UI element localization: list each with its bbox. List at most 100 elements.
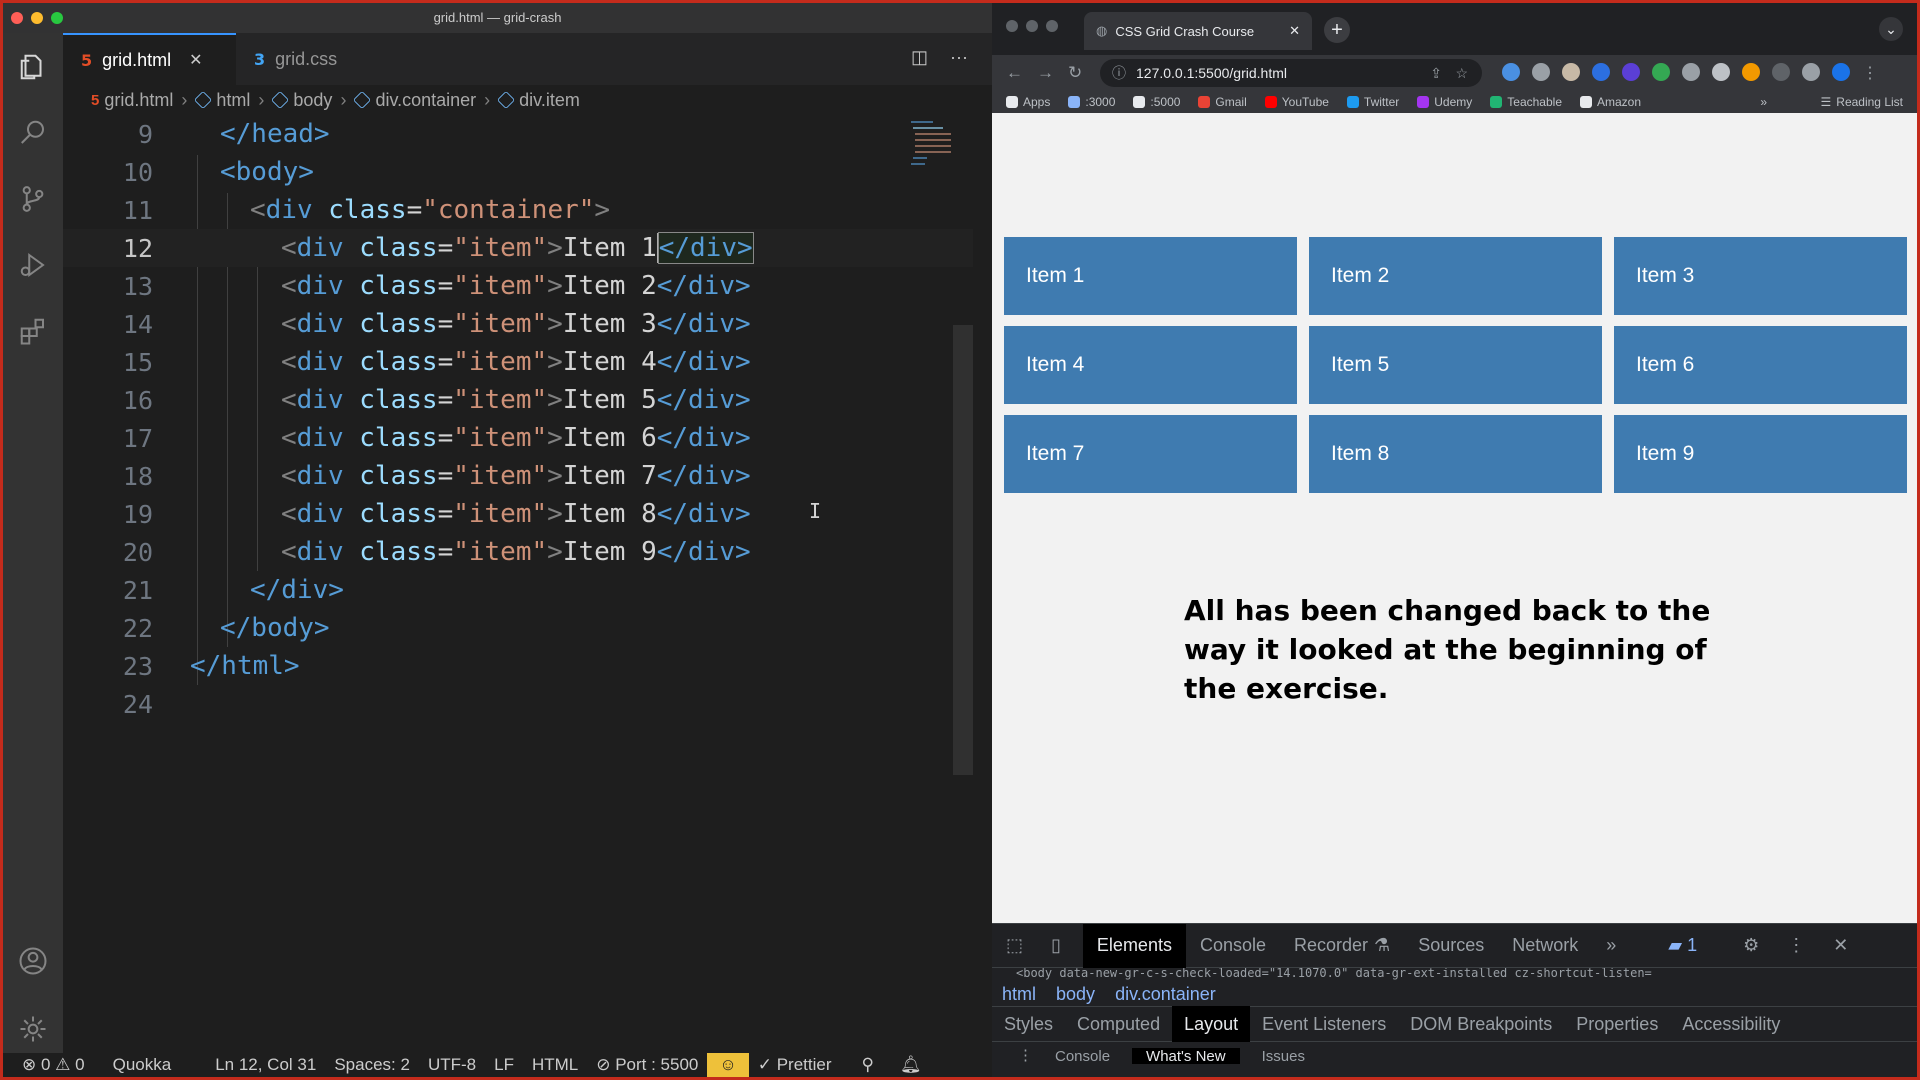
breadcrumb-item[interactable]: div.item xyxy=(497,90,580,111)
editor-scrollbar[interactable] xyxy=(953,325,973,775)
drawer-menu-icon[interactable]: ⋮ xyxy=(1018,1046,1033,1064)
bookmark-gmail[interactable]: Gmail xyxy=(1198,95,1247,109)
bookmark-teachable[interactable]: Teachable xyxy=(1490,95,1562,109)
breadcrumb-html[interactable]: html xyxy=(194,90,250,111)
cursor-position[interactable]: Ln 12, Col 31 xyxy=(206,1055,325,1075)
bookmark-youtube[interactable]: YouTube xyxy=(1264,95,1329,109)
kebab-menu-icon[interactable]: ⋮ xyxy=(1862,63,1878,83)
tab-network[interactable]: Network xyxy=(1498,924,1592,968)
extension-icon[interactable] xyxy=(1772,63,1790,81)
extension-icon[interactable] xyxy=(1532,63,1550,81)
code-line[interactable]: 16 <div class="item">Item 5</div> xyxy=(63,381,973,419)
code-line[interactable]: 24 xyxy=(63,685,973,723)
tab-console[interactable]: Console xyxy=(1186,924,1280,968)
extension-icon[interactable] xyxy=(1592,63,1610,81)
bookmark-5000[interactable]: :5000 xyxy=(1133,95,1180,109)
code-line-current[interactable]: 12 <div class="item">Item 1</div> xyxy=(63,229,973,267)
breadcrumb-file[interactable]: 5 grid.html xyxy=(91,90,173,111)
info-icon[interactable]: ⓘ xyxy=(1112,63,1126,83)
dom-tree-snippet[interactable]: <body data-new-gr-c-s-check-loaded="14.1… xyxy=(992,968,1917,982)
extensions-icon[interactable] xyxy=(17,315,49,347)
account-icon[interactable] xyxy=(17,945,49,977)
quokka-status[interactable]: Quokka xyxy=(104,1055,181,1075)
encoding-status[interactable]: UTF-8 xyxy=(419,1055,485,1075)
language-mode[interactable]: HTML xyxy=(523,1055,587,1075)
bookmark-3000[interactable]: :3000 xyxy=(1068,95,1115,109)
code-line[interactable]: 15 <div class="item">Item 4</div> xyxy=(63,343,973,381)
panel-layout[interactable]: Layout xyxy=(1172,1006,1251,1042)
drawer-tab-whats-new[interactable]: What's New xyxy=(1132,1048,1240,1064)
code-line[interactable]: 9 </head> xyxy=(63,115,973,153)
manage-gear-icon[interactable] xyxy=(17,1013,49,1045)
code-line[interactable]: 21 </div> xyxy=(63,571,973,609)
crumb-body[interactable]: body xyxy=(1056,984,1095,1005)
bookmark-amazon[interactable]: Amazon xyxy=(1580,95,1641,109)
extension-icon[interactable] xyxy=(1502,63,1520,81)
minimap[interactable] xyxy=(909,119,955,167)
more-actions-icon[interactable]: ··· xyxy=(950,47,968,68)
problems-status[interactable]: ⊗ 0 ⚠ 0 xyxy=(13,1055,94,1075)
notifications-bell-icon[interactable]: 🔔︎ xyxy=(891,1055,931,1075)
code-line[interactable]: 22 </body> xyxy=(63,609,973,647)
search-icon[interactable] xyxy=(17,117,49,149)
tab-elements[interactable]: Elements xyxy=(1082,923,1186,968)
breadcrumb-body[interactable]: body xyxy=(271,90,332,111)
live-share-icon[interactable]: ☺ xyxy=(707,1053,749,1077)
tab-grid-css[interactable]: 3 grid.css xyxy=(236,33,386,85)
maximize-window-button[interactable] xyxy=(1046,20,1058,32)
device-toolbar-icon[interactable]: ▯ xyxy=(1037,924,1075,968)
feedback-icon[interactable]: ⚲ xyxy=(853,1055,883,1075)
breadcrumb-container[interactable]: div.container xyxy=(353,90,476,111)
code-line[interactable]: 18 <div class="item">Item 7</div> xyxy=(63,457,973,495)
close-tab-icon[interactable]: ✕ xyxy=(1289,23,1300,39)
close-devtools-icon[interactable]: ✕ xyxy=(1819,924,1862,968)
settings-gear-icon[interactable]: ⚙ xyxy=(1729,924,1773,968)
puzzle-icon[interactable] xyxy=(1802,63,1820,81)
eol-status[interactable]: LF xyxy=(485,1055,523,1075)
code-line[interactable]: 17 <div class="item">Item 6</div> xyxy=(63,419,973,457)
crumb-html[interactable]: html xyxy=(1002,984,1036,1005)
code-line[interactable]: 10 <body> xyxy=(63,153,973,191)
extension-icon[interactable] xyxy=(1682,63,1700,81)
forward-icon[interactable]: → xyxy=(1037,63,1054,83)
code-line[interactable]: 11 <div class="container"> xyxy=(63,191,973,229)
extension-icon[interactable] xyxy=(1712,63,1730,81)
code-editor[interactable]: 9 </head> 10 <body> 11 <div class="conta… xyxy=(63,115,973,1053)
reload-icon[interactable]: ↻ xyxy=(1068,63,1082,83)
code-line[interactable]: 13 <div class="item">Item 2</div> xyxy=(63,267,973,305)
panel-properties[interactable]: Properties xyxy=(1564,1006,1670,1042)
close-tab-icon[interactable]: ✕ xyxy=(189,50,202,70)
bookmark-udemy[interactable]: Udemy xyxy=(1417,95,1472,109)
tab-search-icon[interactable]: ⌄ xyxy=(1879,17,1903,41)
reading-list-button[interactable]: ☰ Reading List xyxy=(1821,95,1903,109)
indentation-status[interactable]: Spaces: 2 xyxy=(325,1055,419,1075)
extension-icon[interactable] xyxy=(1622,63,1640,81)
new-tab-button[interactable]: + xyxy=(1324,17,1350,43)
panel-event-listeners[interactable]: Event Listeners xyxy=(1250,1006,1398,1042)
panel-accessibility[interactable]: Accessibility xyxy=(1670,1006,1792,1042)
split-editor-icon[interactable]: ◫ xyxy=(911,47,928,68)
crumb-container[interactable]: div.container xyxy=(1115,984,1216,1005)
panel-styles[interactable]: Styles xyxy=(992,1006,1065,1042)
tab-recorder[interactable]: Recorder ⚗ xyxy=(1280,924,1404,968)
code-line[interactable]: 14 <div class="item">Item 3</div> xyxy=(63,305,973,343)
more-bookmarks-icon[interactable]: » xyxy=(1760,95,1767,109)
issues-count-badge[interactable]: ▰ 1 xyxy=(1654,924,1711,968)
minimize-window-button[interactable] xyxy=(1026,20,1038,32)
share-icon[interactable]: ⇪ xyxy=(1430,65,1442,82)
live-server-port[interactable]: ⊘ Port : 5500 xyxy=(587,1055,707,1075)
drawer-tab-console[interactable]: Console xyxy=(1041,1048,1124,1064)
bookmark-apps[interactable]: Apps xyxy=(1006,95,1050,109)
panel-computed[interactable]: Computed xyxy=(1065,1006,1172,1042)
run-debug-icon[interactable] xyxy=(17,249,49,281)
profile-avatar[interactable] xyxy=(1832,63,1850,81)
back-icon[interactable]: ← xyxy=(1006,63,1023,83)
kebab-menu-icon[interactable]: ⋮ xyxy=(1773,924,1819,968)
tab-sources[interactable]: Sources xyxy=(1404,924,1498,968)
inspect-element-icon[interactable]: ⬚ xyxy=(992,924,1037,968)
explorer-icon[interactable] xyxy=(17,51,49,83)
prettier-status[interactable]: ✓ Prettier xyxy=(749,1055,841,1075)
code-line[interactable]: 19 <div class="item">Item 8</div> xyxy=(63,495,973,533)
drawer-tab-issues[interactable]: Issues xyxy=(1248,1048,1319,1064)
tab-grid-html[interactable]: 5 grid.html ✕ xyxy=(63,33,236,85)
